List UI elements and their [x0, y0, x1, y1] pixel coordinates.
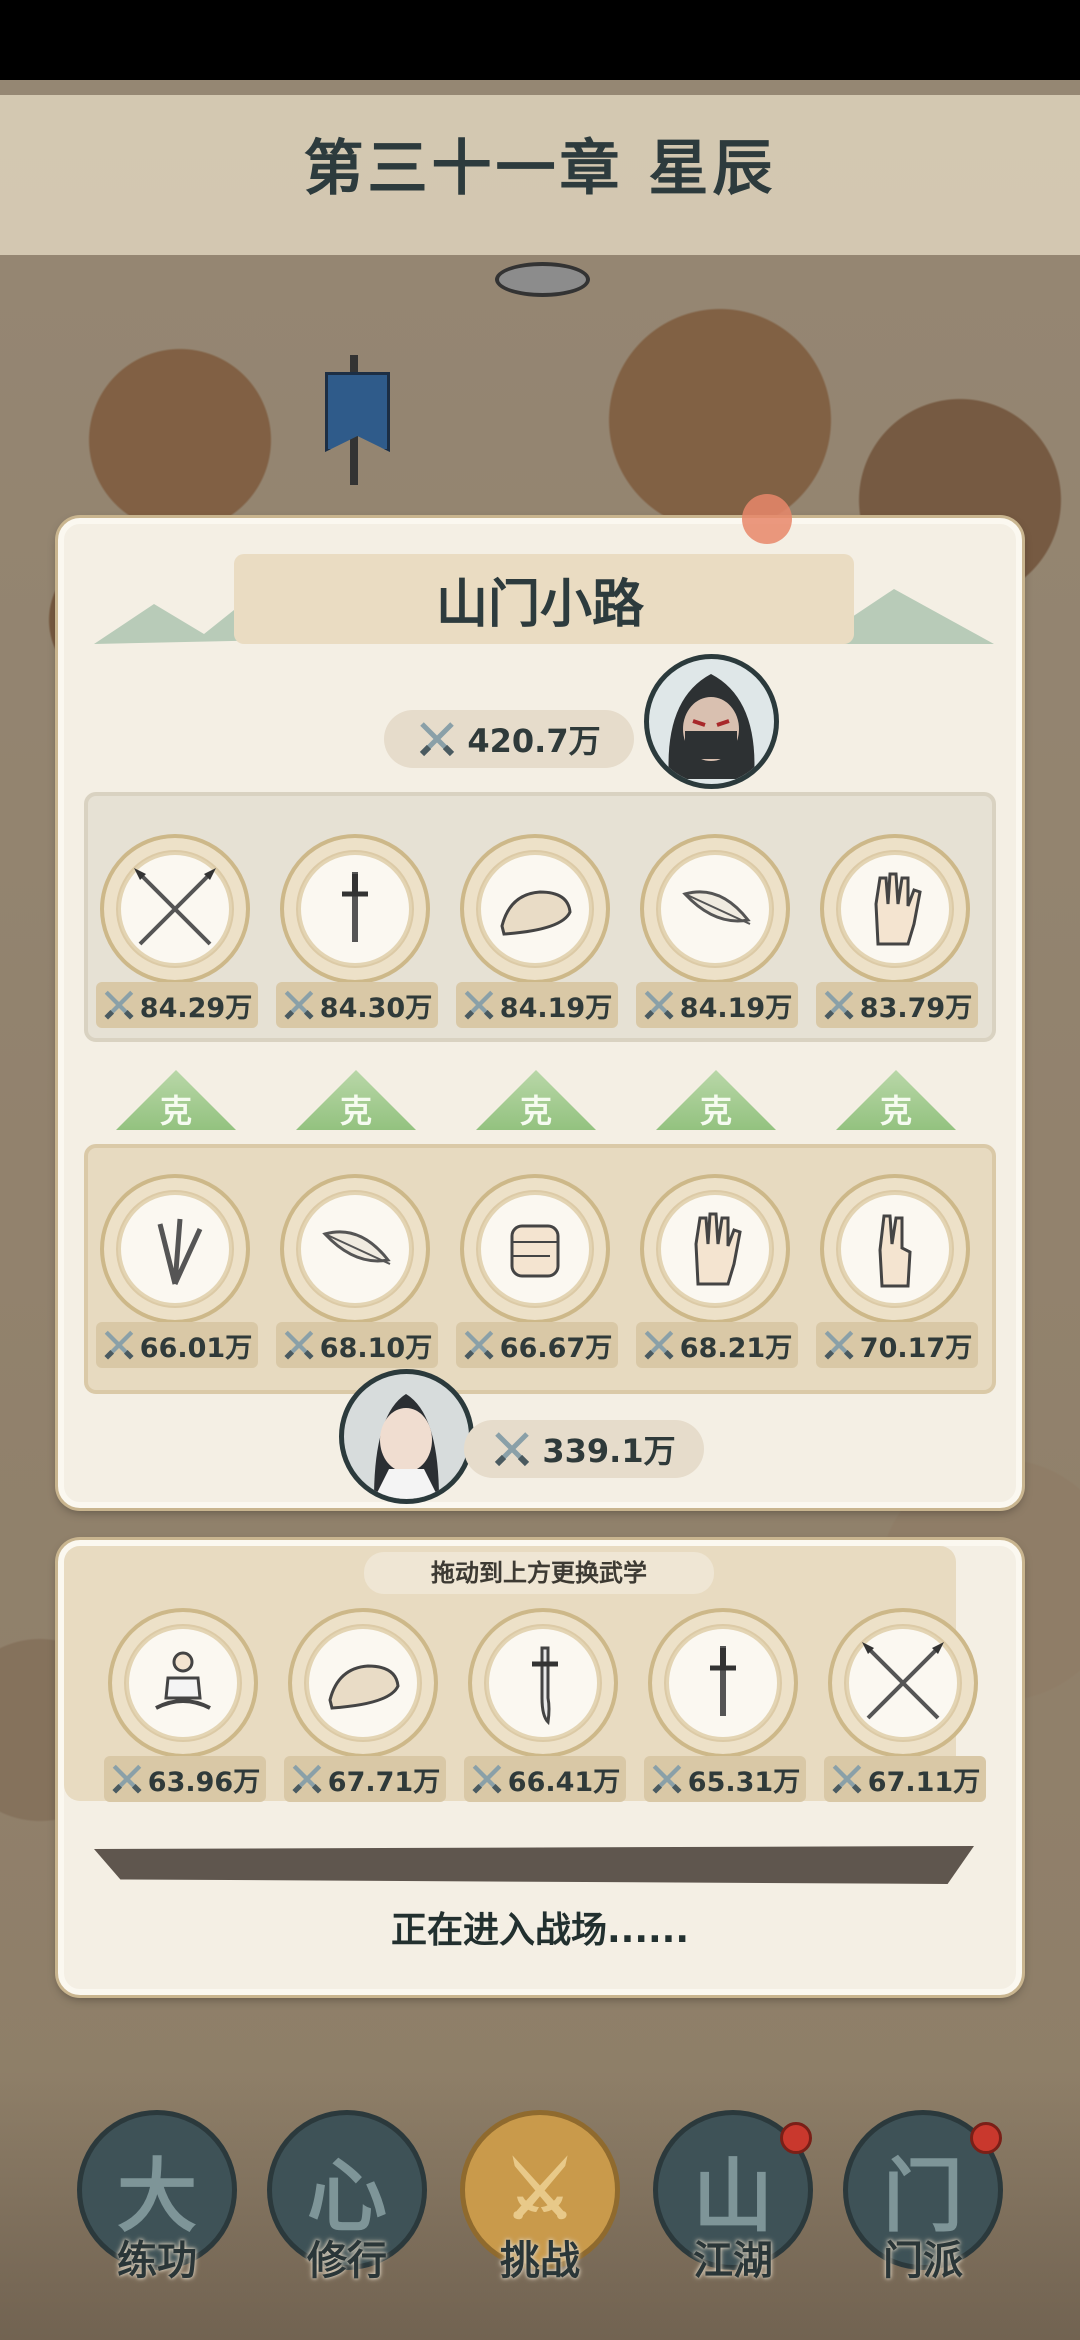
counter-indicator: 克: [656, 1070, 776, 1130]
player-skill-slot[interactable]: 68.10万: [276, 1174, 438, 1374]
saber-icon: [532, 1646, 558, 1726]
skill-power: 84.19万: [499, 992, 613, 1024]
player-power: 339.1万: [464, 1420, 704, 1478]
open-palm-icon: [874, 872, 922, 946]
skill-power: 66.01万: [139, 1332, 253, 1364]
crossed-swords-icon: [464, 990, 494, 1020]
skill-power: 84.29万: [139, 992, 253, 1024]
inventory-skill-slot[interactable]: 63.96万: [104, 1608, 266, 1808]
sword-icon: [710, 1646, 736, 1716]
crossed-swords-icon: [652, 1764, 682, 1794]
player-skill-slot[interactable]: 66.01万: [96, 1174, 258, 1374]
nav-cultivate[interactable]: 心 修行: [262, 2110, 432, 2310]
nav-label: 门派: [883, 2237, 963, 2284]
loading-text: 正在进入战场......: [390, 1910, 690, 1951]
crossed-swords-icon: [824, 1330, 854, 1360]
enemy-skill-slot[interactable]: 84.19万: [456, 834, 618, 1034]
skill-power: 68.10万: [319, 1332, 433, 1364]
drag-hint: 拖动到上方更换武学: [364, 1552, 714, 1594]
nav-label: 修行: [307, 2237, 387, 2284]
nav-challenge[interactable]: ⚔ 挑战: [455, 2110, 625, 2310]
two-finger-icon: [878, 1214, 912, 1288]
enemy-power-value: 420.7万: [467, 722, 601, 760]
counter-indicator: 克: [476, 1070, 596, 1130]
nav-label: 江湖: [693, 2237, 773, 2284]
skill-power: 84.19万: [679, 992, 793, 1024]
stage-title: 山门小路: [435, 574, 644, 635]
skill-power: 68.21万: [679, 1332, 793, 1364]
skill-power: 66.41万: [507, 1766, 621, 1798]
crossed-swords-icon: [644, 1330, 674, 1360]
battle-panel: 山门小路 420.7万 84.29万 84.30万 84.19万 84.19万 …: [58, 518, 1022, 1508]
skill-power: 65.31万: [687, 1766, 801, 1798]
hooded-enemy-icon: [668, 674, 755, 779]
feather-icon: [682, 890, 751, 925]
stone-marker: [495, 262, 590, 297]
enemy-skill-slot[interactable]: 84.29万: [96, 834, 258, 1034]
skill-power: 63.96万: [147, 1766, 261, 1798]
inventory-skill-slot[interactable]: 67.71万: [284, 1608, 446, 1808]
notification-badge: [970, 2122, 1002, 2154]
nav-practice[interactable]: 大 练功: [72, 2110, 242, 2310]
enemy-skill-slot[interactable]: 84.19万: [636, 834, 798, 1034]
skill-power: 66.67万: [499, 1332, 613, 1364]
status-bar: [0, 0, 1080, 80]
inventory-skill-slot[interactable]: 66.41万: [464, 1608, 626, 1808]
nav-sect[interactable]: 门 门派: [838, 2110, 1008, 2310]
shoe-icon: [500, 890, 572, 936]
crossed-swords-icon: [104, 1330, 134, 1360]
counter-indicator: 克: [836, 1070, 956, 1130]
inventory-skill-slot[interactable]: 67.11万: [824, 1608, 986, 1808]
open-palm-icon: [694, 1212, 742, 1286]
skill-power: 67.11万: [867, 1766, 981, 1798]
crossed-swords-icon: [824, 990, 854, 1020]
crossed-swords-icon: [104, 990, 134, 1020]
player-skill-slot[interactable]: 68.21万: [636, 1174, 798, 1374]
crossed-swords-icon: [464, 1330, 494, 1360]
enemy-skill-slot[interactable]: 84.30万: [276, 834, 438, 1034]
player-skill-slot[interactable]: 66.67万: [456, 1174, 618, 1374]
enemy-avatar[interactable]: [644, 654, 779, 789]
chapter-title: 第三十一章 星辰: [303, 134, 777, 204]
fist-icon: [510, 1224, 560, 1278]
skill-power: 84.30万: [319, 992, 433, 1024]
nav-label: 挑战: [500, 2237, 580, 2284]
meditation-icon: [155, 1651, 211, 1710]
crossed-swords-icon: [420, 722, 455, 757]
enemy-power: 420.7万: [384, 710, 634, 768]
crossed-spears-icon: [134, 868, 216, 946]
notification-badge: [780, 2122, 812, 2154]
crossed-swords-icon: [832, 1764, 862, 1794]
loading-progress-bar: [94, 1846, 974, 1884]
crossed-swords-icon: [292, 1764, 322, 1794]
crossed-spears-icon: [862, 1642, 944, 1720]
crossed-swords-icon: [284, 990, 314, 1020]
feather-icon: [322, 1230, 391, 1265]
player-power-value: 339.1万: [542, 1432, 676, 1470]
throwing-knives-icon: [157, 1218, 203, 1286]
counter-indicator: 克: [116, 1070, 236, 1130]
enemy-skill-slot[interactable]: 83.79万: [816, 834, 978, 1034]
sun-decoration: [742, 494, 792, 544]
nav-label: 练功: [117, 2237, 197, 2284]
crossed-swords-icon: [644, 990, 674, 1020]
inventory-panel: 拖动到上方更换武学 63.96万 67.71万 66.41万 65.31万 67…: [58, 1540, 1022, 1995]
swordsman-portrait-icon: [374, 1394, 439, 1499]
shoe-icon: [328, 1664, 400, 1710]
skill-power: 83.79万: [859, 992, 973, 1024]
sword-icon: [342, 872, 368, 942]
player-skill-slot[interactable]: 70.17万: [816, 1174, 978, 1374]
inventory-skill-slot[interactable]: 65.31万: [644, 1608, 806, 1808]
player-avatar[interactable]: [339, 1369, 474, 1504]
crossed-swords-icon: [112, 1764, 142, 1794]
skill-power: 67.71万: [327, 1766, 441, 1798]
counter-indicator: 克: [296, 1070, 416, 1130]
crossed-swords-icon: [472, 1764, 502, 1794]
crossed-swords-icon: [284, 1330, 314, 1360]
crossed-swords-icon: [495, 1432, 530, 1467]
skill-power: 70.17万: [859, 1332, 973, 1364]
nav-jianghu[interactable]: 山 江湖: [648, 2110, 818, 2310]
